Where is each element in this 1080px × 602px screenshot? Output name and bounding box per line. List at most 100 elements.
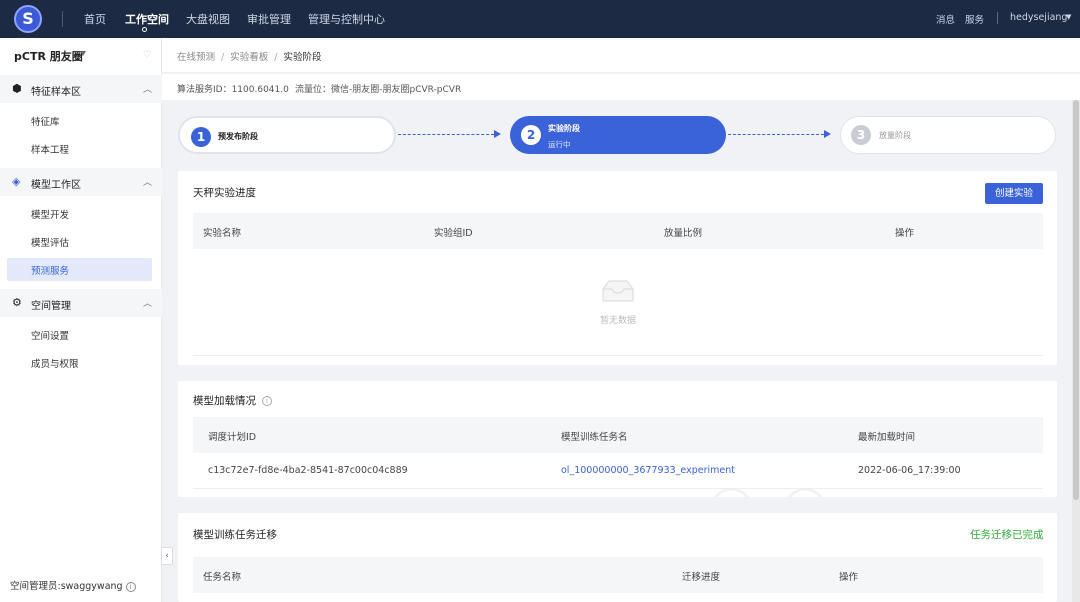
task-migration-card: 模型训练任务迁移 任务迁移已完成 任务名称 迁移进度 操作 [178,513,1057,602]
sidebar-item-label: 样本工程 [31,145,70,156]
space-selector[interactable]: pCTR 朋友圈 [14,48,83,64]
column-header: 操作 [839,572,859,583]
step-connector [398,134,494,135]
sidebar-group-label: 空间管理 [31,301,71,312]
card-title: 天秤实验进度 [193,187,256,199]
sidebar-item-label: 成员与权限 [31,359,79,370]
arrow-right-icon [494,130,501,138]
space-admin-label: 空间管理员:swaggywang [10,581,123,592]
nav-dashboard[interactable]: 大盘视图 [186,11,230,27]
column-header: 操作 [895,228,915,239]
step-number: 3 [851,125,871,145]
step-experiment[interactable]: 2 实验阶段 运行中 [510,116,726,154]
nav-divider [62,11,63,27]
column-header: 调度计划ID [208,432,257,443]
nav-home[interactable]: 首页 [84,11,106,27]
sidebar-item-label: 特征库 [31,117,60,128]
breadcrumb-current: 实验阶段 [283,52,322,63]
card-title: 模型加载情况 i [193,393,272,408]
sidebar-group-space-management[interactable]: ⚙ 空间管理 ︿ [0,289,162,317]
breadcrumb-separator: / [221,52,225,63]
sidebar-item-prediction-service[interactable]: 预测服务 [7,258,152,281]
sidebar: pCTR 朋友圈 ♡ ⬢ 特征样本区 ︿ 特征库 样本工程 ◈ 模型工作区 ︿ … [0,38,162,602]
column-header: 迁移进度 [682,572,721,583]
breadcrumb: 在线预测 / 实验看板 / 实验阶段 [177,49,321,63]
step-prerelease[interactable]: 1 预发布阶段 [178,116,396,154]
user-menu[interactable]: hedysejiang [1010,12,1067,23]
sidebar-item-label: 模型开发 [31,210,70,221]
column-header: 放量比例 [664,228,703,239]
logo-glyph: S [22,9,34,28]
sidebar-group-label: 特征样本区 [31,87,81,98]
sidebar-item-feature-library[interactable]: 特征库 [7,109,152,132]
arrow-right-icon [824,130,831,138]
sidebar-item-model-eval[interactable]: 模型评估 [7,230,152,253]
sidebar-item-space-settings[interactable]: 空间设置 [7,323,152,346]
space-settings-icon[interactable]: ♡ [143,50,151,60]
breadcrumb-experiment-board[interactable]: 实验看板 [230,52,268,63]
column-header: 实验名称 [203,228,242,239]
card-title: 模型训练任务迁移 [193,529,277,541]
service-info-bar: 算法服务ID：1100.6041.0 流量位：微信-朋友圈-朋友圈pCVR-pC… [162,74,1080,100]
card-title-text: 模型加载情况 [193,395,256,407]
step-title: 放量阶段 [879,131,911,140]
chevron-up-icon[interactable]: ︿ [143,175,152,188]
sidebar-item-label: 空间设置 [31,331,70,342]
table-header: 任务名称 迁移进度 操作 [193,557,1043,593]
user-caret-icon[interactable]: ▼ [1066,13,1071,21]
sidebar-item-sample-engineering[interactable]: 样本工程 [7,137,152,160]
column-header: 最新加载时间 [858,432,916,443]
service-id: 算法服务ID：1100.6041.0 [177,85,289,95]
sidebar-group-model-workspace[interactable]: ◈ 模型工作区 ︿ [0,168,162,196]
active-nav-indicator [142,27,147,32]
sidebar-item-label: 模型评估 [31,238,70,249]
column-header: 模型训练任务名 [561,432,628,443]
messages-link[interactable]: 消息 [936,12,955,26]
traffic-position: 流量位：微信-朋友圈-朋友圈pCVR-pCVR [295,85,462,95]
training-task-link[interactable]: ol_100000000_3677933_experiment [561,465,735,476]
step-number: 2 [521,125,541,145]
nav-approval[interactable]: 审批管理 [247,11,291,27]
nav-control-center[interactable]: 管理与控制中心 [308,11,385,27]
scrollbar-thumb[interactable] [1073,100,1079,500]
sidebar-item-members[interactable]: 成员与权限 [7,351,152,374]
nav-workspace[interactable]: 工作空间 [125,11,169,27]
chevron-up-icon[interactable]: ︿ [143,296,152,309]
latest-load-time: 2022-06-06_17:39:00 [858,465,961,476]
empty-inbox-icon [602,280,634,302]
sidebar-item-model-dev[interactable]: 模型开发 [7,202,152,225]
feature-icon: ⬢ [12,82,22,95]
user-divider [997,12,998,24]
table-row: c13c72e7-fd8e-4ba2-8541-87c00c04c889 ol_… [193,453,1043,489]
info-icon[interactable]: i [125,581,136,592]
chevron-up-icon[interactable]: ︿ [143,82,152,95]
sidebar-group-label: 模型工作区 [31,180,81,191]
empty-state-text: 暂无数据 [600,316,637,326]
model-icon: ◈ [12,175,21,188]
breadcrumb-online-prediction[interactable]: 在线预测 [177,52,215,63]
step-title: 预发布阶段 [218,132,258,141]
experiment-progress-card: 天秤实验进度 创建实验 实验名称 实验组ID 放量比例 操作 暂无数据 [178,171,1057,365]
table-bottom-divider [193,355,1043,356]
step-status: 运行中 [548,140,571,149]
space-admin: 空间管理员:swaggywang i [10,578,136,592]
top-navigation-bar: S 首页 工作空间 大盘视图 审批管理 管理与控制中心 消息 服务 hedyse… [0,0,1080,38]
column-header: 实验组ID [434,228,473,239]
table-header: 实验名称 实验组ID 放量比例 操作 [193,213,1043,249]
create-experiment-button[interactable]: 创建实验 [985,183,1043,204]
step-rollout[interactable]: 3 放量阶段 [840,116,1056,154]
model-loading-card: ◯ ◯ 模型加载情况i 调度计划ID 模型训练任务名 最新加载时间 c13c72… [178,381,1057,497]
breadcrumb-separator: / [274,52,278,63]
chevron-down-icon[interactable] [80,51,86,56]
migration-status: 任务迁移已完成 [970,529,1044,541]
sidebar-item-label: 预测服务 [31,266,70,277]
app-logo[interactable]: S [14,5,42,33]
breadcrumb-bar: 在线预测 / 实验看板 / 实验阶段 [162,38,1080,73]
table-header: 调度计划ID 模型训练任务名 最新加载时间 [193,417,1043,453]
sidebar-group-feature-sample[interactable]: ⬢ 特征样本区 ︿ [0,75,162,103]
column-header: 任务名称 [203,572,242,583]
info-icon[interactable]: i [262,396,272,406]
services-link[interactable]: 服务 [965,12,984,26]
collapse-sidebar-button[interactable]: ‹ [161,547,173,565]
step-connector [728,134,824,135]
